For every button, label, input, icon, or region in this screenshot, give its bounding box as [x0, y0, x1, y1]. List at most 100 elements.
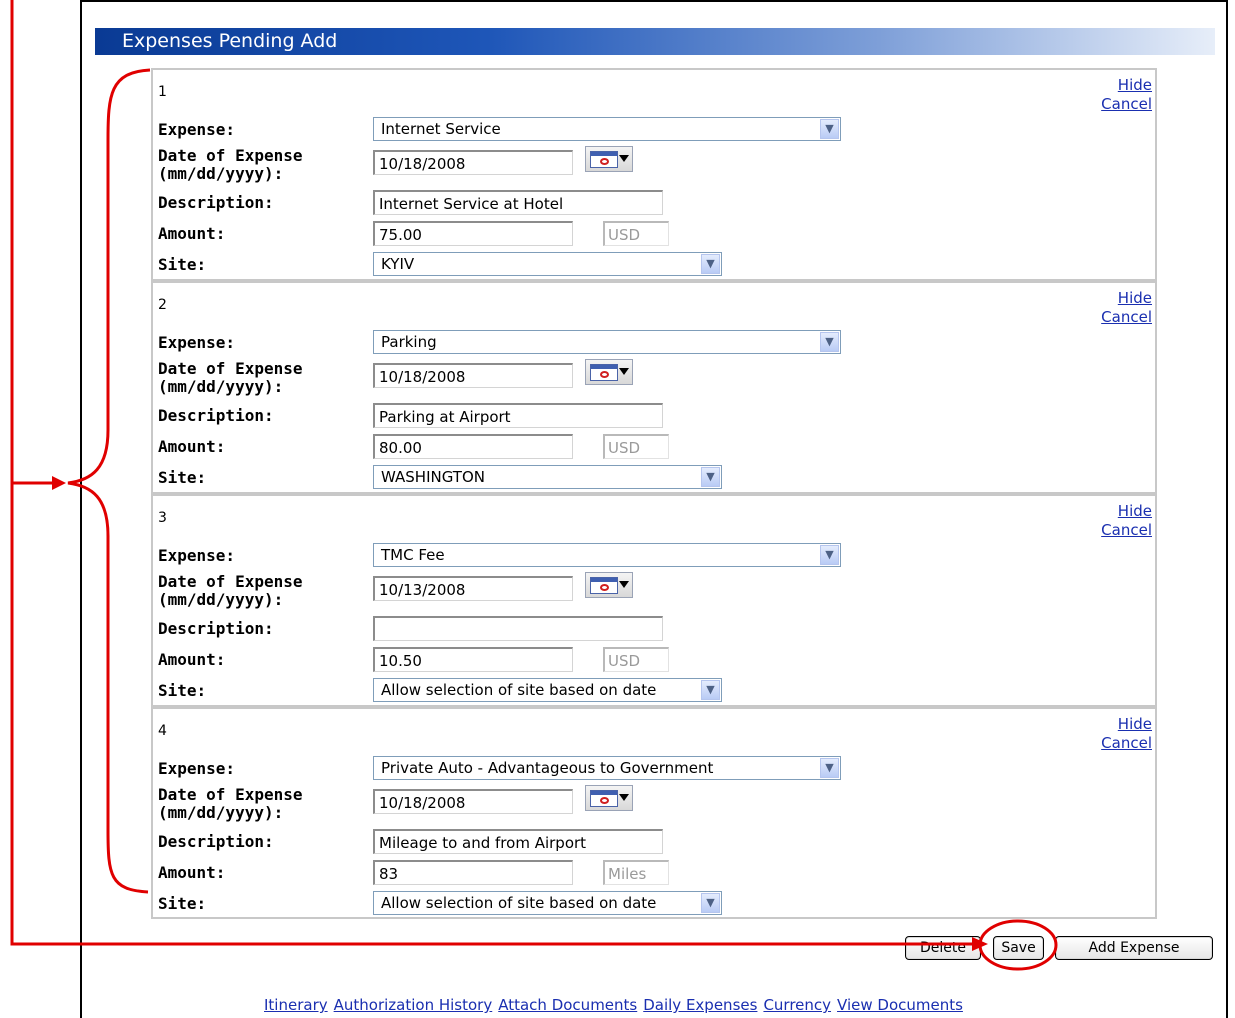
date-label: Date of Expense (mm/dd/yyyy): — [158, 786, 303, 822]
site-value: KYIV — [381, 255, 415, 273]
expense-card-2: 2 Hide Cancel Expense: Parking ▼ Date of… — [153, 283, 1155, 496]
itinerary-link[interactable]: Itinerary — [264, 996, 328, 1014]
dropdown-arrow-icon — [619, 155, 629, 162]
expense-card-4: 4 Hide Cancel Expense: Private Auto - Ad… — [153, 709, 1155, 917]
amount-input[interactable]: 10.50 — [373, 647, 573, 672]
amount-label: Amount: — [158, 650, 226, 669]
chevron-down-icon: ▼ — [701, 254, 720, 274]
expense-card-3: 3 Hide Cancel Expense: TMC Fee ▼ Date of… — [153, 496, 1155, 709]
site-select[interactable]: WASHINGTON ▼ — [373, 465, 722, 489]
calendar-button[interactable] — [585, 359, 633, 385]
dropdown-arrow-icon — [619, 581, 629, 588]
chevron-down-icon: ▼ — [701, 893, 720, 913]
calendar-icon — [590, 364, 618, 381]
expense-label: Expense: — [158, 333, 236, 352]
date-label-line2: (mm/dd/yyyy): — [158, 803, 284, 822]
description-input[interactable]: Parking at Airport — [373, 403, 663, 428]
site-value: WASHINGTON — [381, 468, 485, 486]
chevron-down-icon: ▼ — [701, 680, 720, 700]
expense-type-value: TMC Fee — [381, 546, 445, 564]
expense-type-select[interactable]: Private Auto - Advantageous to Governmen… — [373, 756, 841, 780]
save-button[interactable]: Save — [993, 936, 1044, 960]
delete-button[interactable]: Delete — [905, 936, 981, 960]
site-value: Allow selection of site based on date — [381, 681, 657, 699]
chevron-down-icon: ▼ — [820, 119, 839, 139]
amount-input[interactable]: 75.00 — [373, 221, 573, 246]
date-input[interactable]: 10/18/2008 — [373, 789, 573, 814]
description-label: Description: — [158, 193, 274, 212]
site-label: Site: — [158, 894, 207, 913]
site-label: Site: — [158, 255, 207, 274]
chevron-down-icon: ▼ — [820, 332, 839, 352]
date-label-line2: (mm/dd/yyyy): — [158, 590, 284, 609]
expense-type-value: Parking — [381, 333, 437, 351]
cancel-link[interactable]: Cancel — [1101, 521, 1152, 540]
calendar-icon — [590, 577, 618, 594]
card-actions: Hide Cancel — [1101, 289, 1152, 327]
expense-label: Expense: — [158, 759, 236, 778]
chevron-down-icon: ▼ — [820, 545, 839, 565]
amount-label: Amount: — [158, 224, 226, 243]
expense-label: Expense: — [158, 120, 236, 139]
date-label-line1: Date of Expense — [158, 359, 303, 378]
description-input[interactable]: Internet Service at Hotel — [373, 190, 663, 215]
arrowhead-to-brace-icon — [52, 476, 66, 490]
date-label: Date of Expense (mm/dd/yyyy): — [158, 147, 303, 183]
site-label: Site: — [158, 468, 207, 487]
amount-input[interactable]: 80.00 — [373, 434, 573, 459]
date-input[interactable]: 10/18/2008 — [373, 150, 573, 175]
hide-link[interactable]: Hide — [1101, 502, 1152, 521]
hide-link[interactable]: Hide — [1101, 289, 1152, 308]
hide-link[interactable]: Hide — [1101, 715, 1152, 734]
dropdown-arrow-icon — [619, 794, 629, 801]
authorization-history-link[interactable]: Authorization History — [334, 996, 493, 1014]
description-input[interactable] — [373, 616, 663, 641]
footer-nav: Itinerary Authorization History Attach Doc… — [264, 996, 969, 1014]
date-label: Date of Expense (mm/dd/yyyy): — [158, 573, 303, 609]
chevron-down-icon: ▼ — [701, 467, 720, 487]
expense-type-select[interactable]: Internet Service ▼ — [373, 117, 841, 141]
unit-field: USD — [603, 221, 669, 246]
expense-type-select[interactable]: Parking ▼ — [373, 330, 841, 354]
calendar-button[interactable] — [585, 146, 633, 172]
add-expense-button[interactable]: Add Expense — [1055, 936, 1213, 960]
site-select[interactable]: Allow selection of site based on date ▼ — [373, 891, 722, 915]
dropdown-arrow-icon — [619, 368, 629, 375]
expense-number: 1 — [158, 84, 167, 100]
calendar-button[interactable] — [585, 785, 633, 811]
attach-documents-link[interactable]: Attach Documents — [498, 996, 637, 1014]
date-label-line1: Date of Expense — [158, 785, 303, 804]
unit-field: USD — [603, 647, 669, 672]
expense-type-value: Private Auto - Advantageous to Governmen… — [381, 759, 714, 777]
card-actions: Hide Cancel — [1101, 715, 1152, 753]
currency-link[interactable]: Currency — [763, 996, 831, 1014]
hide-link[interactable]: Hide — [1101, 76, 1152, 95]
site-select[interactable]: Allow selection of site based on date ▼ — [373, 678, 722, 702]
calendar-icon — [590, 151, 618, 168]
amount-label: Amount: — [158, 437, 226, 456]
cancel-link[interactable]: Cancel — [1101, 308, 1152, 327]
card-actions: Hide Cancel — [1101, 76, 1152, 114]
cancel-link[interactable]: Cancel — [1101, 95, 1152, 114]
date-input[interactable]: 10/13/2008 — [373, 576, 573, 601]
daily-expenses-link[interactable]: Daily Expenses — [643, 996, 757, 1014]
section-header: Expenses Pending Add — [95, 28, 1215, 55]
site-select[interactable]: KYIV ▼ — [373, 252, 722, 276]
section-title: Expenses Pending Add — [122, 30, 338, 52]
card-actions: Hide Cancel — [1101, 502, 1152, 540]
description-label: Description: — [158, 406, 274, 425]
calendar-button[interactable] — [585, 572, 633, 598]
date-label-line2: (mm/dd/yyyy): — [158, 164, 284, 183]
cancel-link[interactable]: Cancel — [1101, 734, 1152, 753]
date-input[interactable]: 10/18/2008 — [373, 363, 573, 388]
site-value: Allow selection of site based on date — [381, 894, 657, 912]
description-input[interactable]: Mileage to and from Airport — [373, 829, 663, 854]
expense-label: Expense: — [158, 546, 236, 565]
view-documents-link[interactable]: View Documents — [837, 996, 963, 1014]
amount-input[interactable]: 83 — [373, 860, 573, 885]
expense-type-value: Internet Service — [381, 120, 501, 138]
description-label: Description: — [158, 619, 274, 638]
expense-type-select[interactable]: TMC Fee ▼ — [373, 543, 841, 567]
expense-number: 3 — [158, 510, 167, 526]
date-label-line2: (mm/dd/yyyy): — [158, 377, 284, 396]
